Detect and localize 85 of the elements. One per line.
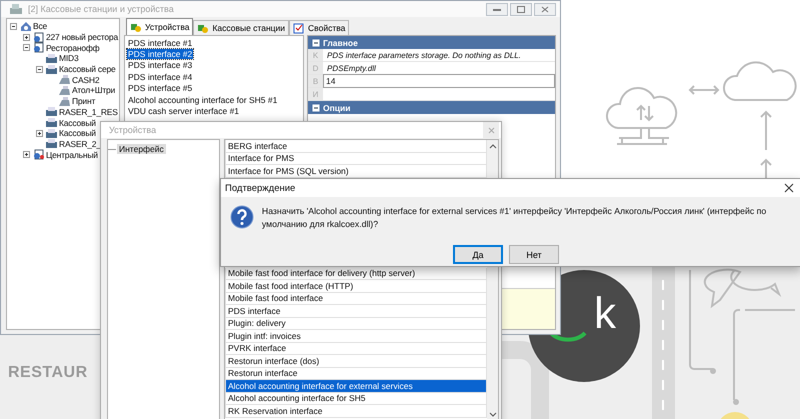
tree-item[interactable]: CASH2 <box>72 74 100 85</box>
printer-icon <box>45 52 58 64</box>
interface-item[interactable]: Restorun interface (dos) <box>225 355 487 368</box>
minimize-button[interactable] <box>486 2 508 16</box>
device-item[interactable]: PDS interface #5 <box>127 83 194 94</box>
property-name: B <box>308 75 323 87</box>
tree-item[interactable]: Атол+Штри <box>72 85 116 96</box>
device-item[interactable]: PDS interface #4 <box>127 72 194 82</box>
close-icon <box>488 126 494 134</box>
category-header[interactable]: Опции <box>308 101 555 114</box>
tree-item[interactable]: Кассовый <box>59 128 96 138</box>
interface-item[interactable]: Plugin: delivery <box>225 318 487 330</box>
tree-item[interactable]: Центральный <box>46 150 98 160</box>
property-value: PDSEmpty.dll <box>326 64 376 72</box>
tab[interactable]: Устройства <box>126 18 194 35</box>
printer-icon <box>45 128 58 139</box>
interface-item[interactable]: Mobile fast food interface <box>225 292 487 305</box>
tree-item[interactable]: Интерфейс <box>117 144 166 154</box>
tree-item[interactable]: Принт <box>72 96 96 106</box>
maximize-icon <box>517 6 525 12</box>
no-button[interactable]: Нет <box>509 245 559 264</box>
interface-item[interactable]: BERG interface <box>225 140 487 152</box>
interface-item[interactable]: Interface for PMS <box>225 152 487 165</box>
tree-item[interactable]: Все <box>33 21 48 32</box>
property-name: K <box>308 49 323 61</box>
dialog-title: Устройства <box>109 125 156 135</box>
category-header[interactable]: Главное <box>308 36 555 49</box>
collapse-icon[interactable] <box>23 44 30 52</box>
device-item[interactable]: PDS interface #1 <box>127 38 194 48</box>
interface-item[interactable]: PDS interface <box>225 305 487 318</box>
terminal-icon <box>58 84 71 96</box>
document-icon <box>32 149 45 160</box>
window-title: [2] Кассовые станции и устройства <box>28 4 174 14</box>
tree-item[interactable]: Кассовый <box>59 118 96 128</box>
yes-button[interactable]: Да <box>453 245 503 264</box>
terminal-icon <box>58 74 71 86</box>
property-value: PDS interface parameters storage. Do nothing as DLL. <box>326 50 521 60</box>
tree-item[interactable]: RASER_1_RES <box>59 106 118 117</box>
brand-text: RESTAUR <box>8 364 88 382</box>
device-item[interactable]: Alcohol accounting interface for SH5 #1 <box>127 94 278 105</box>
collapse-icon <box>312 38 320 46</box>
close-icon <box>541 6 549 12</box>
close-icon <box>784 183 794 193</box>
interface-item[interactable]: RK Reservation interface <box>225 405 487 418</box>
tree-item[interactable]: MID3 <box>59 53 79 64</box>
tab[interactable]: Кассовые станции <box>193 20 290 35</box>
tree-item[interactable]: 227 новый рестора <box>46 32 118 42</box>
collapse-icon[interactable] <box>36 66 43 73</box>
device-item[interactable]: PDS interface #3 <box>127 60 194 70</box>
confirmation-message: Назначить 'Alcohol accounting interface for external services #1' интерфейсу 'Интерфейс Алкоголь/Россия линк' (интерфейс по умолчанию для rkalcoex.dll)? <box>262 205 768 231</box>
document-icon <box>32 42 45 54</box>
question-icon <box>230 205 254 229</box>
tree-item[interactable]: RASER_2_ <box>59 138 101 149</box>
expand-icon[interactable] <box>23 34 30 41</box>
minimize-icon <box>493 6 501 12</box>
interface-item[interactable]: PVRK interface <box>225 342 487 355</box>
printer-icon <box>45 138 58 150</box>
register-icon <box>9 3 23 15</box>
tree-item[interactable]: Ресторанофф <box>46 42 100 53</box>
maximize-button[interactable] <box>510 2 532 16</box>
printer-icon <box>45 106 58 118</box>
expand-icon[interactable] <box>23 151 30 158</box>
dialog-title: Подтверждение <box>225 182 296 194</box>
collapse-icon[interactable] <box>10 22 17 30</box>
document-icon <box>32 32 45 43</box>
property-name: D <box>308 62 323 74</box>
tab[interactable]: Свойства <box>289 20 350 35</box>
terminal-icon <box>58 96 71 107</box>
interface-item[interactable]: Alcohol accounting interface for external services <box>225 380 487 392</box>
device-item[interactable]: PDS interface #2 <box>127 49 194 60</box>
devices-icon <box>130 22 142 32</box>
property-input[interactable]: 14 <box>323 74 555 88</box>
collapse-icon <box>312 104 320 112</box>
tree-item[interactable]: Кассовый сере <box>59 64 116 74</box>
scroll-up-icon[interactable] <box>488 143 496 149</box>
interface-item[interactable]: Mobile fast food interface (HTTP) <box>225 280 487 292</box>
printer-icon <box>45 64 58 75</box>
expand-icon[interactable] <box>36 130 43 137</box>
device-item[interactable]: VDU cash server interface #1 <box>127 106 240 116</box>
property-name: И <box>308 88 323 100</box>
interface-item[interactable]: Alcohol accounting interface for SH5 <box>225 392 487 405</box>
printer-icon <box>45 117 58 128</box>
scroll-down-icon[interactable] <box>488 412 496 418</box>
devices-icon <box>197 22 210 34</box>
interface-item[interactable]: Plugin intf: invoices <box>225 330 487 342</box>
